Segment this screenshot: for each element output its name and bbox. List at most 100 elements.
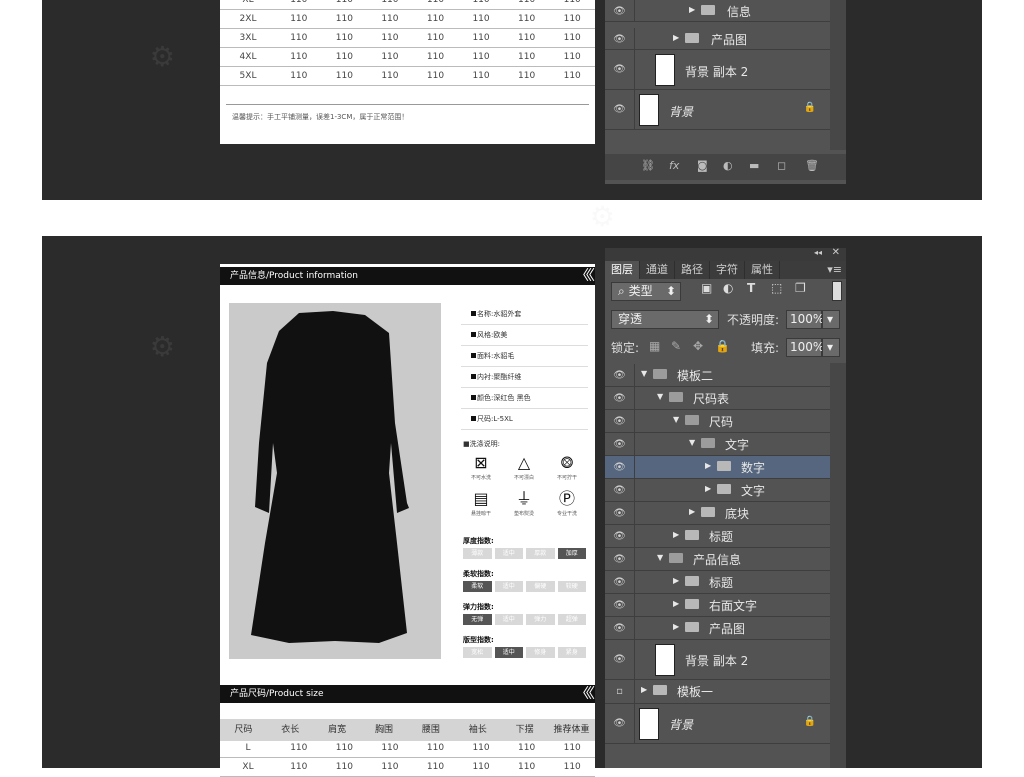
layer-row[interactable]: 👁 ▼ 尺码表 (605, 387, 830, 410)
delete-layer-icon[interactable]: 🗑 (805, 159, 819, 172)
opacity-input[interactable]: 100% (786, 310, 824, 329)
visibility-eye-icon[interactable]: 👁 (605, 410, 635, 432)
layer-row[interactable]: 👁 ▶ 产品图 (605, 617, 830, 640)
layer-row[interactable]: 👁 ▼ 尺码 (605, 410, 830, 433)
adjustment-layer-icon[interactable]: ◐ (723, 159, 733, 172)
visibility-eye-icon[interactable]: 👁 (605, 640, 635, 679)
layer-row[interactable]: 👁 ▶ 数字 (605, 456, 830, 479)
opacity-dropdown[interactable]: ▾ (822, 310, 840, 329)
collapse-arrow-icon[interactable]: ▼ (689, 438, 695, 447)
image-filter-icon[interactable]: ▣ (701, 281, 712, 295)
tab-layers[interactable]: 图层 (605, 261, 640, 279)
layer-name: 右面文字 (709, 599, 758, 613)
index-cell: 柔软 (463, 581, 492, 592)
new-group-icon[interactable]: ▬ (749, 159, 759, 172)
expand-arrow-icon[interactable]: ▶ (689, 5, 695, 14)
layer-row[interactable]: 👁 背景 副本 2 (605, 50, 830, 90)
index-cell: 偏硬 (526, 581, 555, 592)
visibility-eye-icon[interactable]: 👁 (605, 50, 635, 89)
visibility-eye-icon[interactable]: 👁 (605, 387, 635, 409)
lock-all-icon[interactable]: 🔒 (715, 339, 730, 353)
visibility-eye-icon[interactable]: 👁 (605, 433, 635, 455)
visibility-eye-icon[interactable]: 👁 (605, 456, 635, 478)
tab-channels[interactable]: 通道 (640, 261, 675, 279)
visibility-eye-icon[interactable]: 👁 (605, 548, 635, 570)
tab-character[interactable]: 字符 (710, 261, 745, 279)
table-cell: 110 (412, 739, 459, 758)
collapse-arrow-icon[interactable]: ▼ (657, 553, 663, 562)
visibility-off-icon[interactable]: ▫ (605, 680, 635, 703)
layer-row[interactable]: 👁 ▶ 文字 (605, 479, 830, 502)
fill-dropdown[interactable]: ▾ (822, 338, 840, 357)
layer-row[interactable]: ▫ ▶ 模板一 (605, 680, 830, 704)
filter-select[interactable]: ⌕ 类型 ⬍ (611, 282, 681, 301)
lock-pixels-icon[interactable]: ✎ (671, 339, 681, 353)
collapse-arrow-icon[interactable]: ▼ (657, 392, 663, 401)
collapse-arrow-icon[interactable]: ▼ (673, 415, 679, 424)
link-layers-icon[interactable]: ⛓ (641, 159, 655, 172)
expand-arrow-icon[interactable]: ▶ (673, 599, 679, 608)
collapse-icon[interactable]: ◂◂ (814, 248, 822, 257)
visibility-eye-icon[interactable]: 👁 (605, 571, 635, 593)
visibility-eye-icon[interactable]: 👁 (605, 525, 635, 547)
divider (226, 104, 589, 105)
visibility-eye-icon[interactable]: 👁 (605, 364, 635, 386)
adjustment-filter-icon[interactable]: ◐ (723, 281, 733, 295)
expand-arrow-icon[interactable]: ▶ (705, 484, 711, 493)
table-cell: 110 (276, 757, 322, 777)
layer-row[interactable]: 👁 ▶ 右面文字 (605, 594, 830, 617)
folder-icon (685, 530, 699, 540)
table-row: 3XL 110 110 110 110 110 110 110 (220, 28, 595, 48)
visibility-eye-icon[interactable]: 👁 (605, 479, 635, 501)
visibility-eye-icon[interactable]: 👁 (605, 0, 635, 21)
expand-arrow-icon[interactable]: ▶ (673, 622, 679, 631)
table-cell: 110 (503, 739, 550, 758)
expand-arrow-icon[interactable]: ▶ (673, 530, 679, 539)
new-layer-icon[interactable]: ◻ (777, 159, 786, 172)
scrollbar[interactable] (830, 0, 846, 150)
layer-name: 信息 (727, 5, 752, 19)
visibility-eye-icon[interactable]: 👁 (605, 617, 635, 639)
expand-arrow-icon[interactable]: ▶ (689, 507, 695, 516)
expand-arrow-icon[interactable]: ▶ (673, 576, 679, 585)
tab-paths[interactable]: 路径 (675, 261, 710, 279)
blend-mode-select[interactable]: 穿透 ⬍ (611, 310, 719, 329)
visibility-eye-icon[interactable]: 👁 (605, 704, 635, 743)
lock-position-icon[interactable]: ✥ (693, 339, 703, 353)
expand-arrow-icon[interactable]: ▶ (673, 33, 679, 42)
scrollbar[interactable] (830, 363, 846, 768)
visibility-eye-icon[interactable]: 👁 (605, 28, 635, 49)
close-icon[interactable]: ✕ (832, 247, 840, 258)
panel-menu-icon[interactable]: ▾≡ (827, 261, 846, 279)
layer-row[interactable]: 👁 背景 🔒 (605, 704, 830, 744)
layer-row[interactable]: 👁 ▶ 标题 (605, 571, 830, 594)
add-mask-icon[interactable]: ◙ (697, 159, 708, 172)
fill-input[interactable]: 100% (786, 338, 824, 357)
layer-row[interactable]: 👁 ▼ 产品信息 (605, 548, 830, 571)
layer-row[interactable]: 👁 ▼ 文字 (605, 433, 830, 456)
expand-arrow-icon[interactable]: ▶ (705, 461, 711, 470)
layer-row[interactable]: 👁 ▶ 底块 (605, 502, 830, 525)
layer-row[interactable]: 👁 ▼ 模板二 (605, 364, 830, 387)
index-cell: 紧身 (557, 647, 586, 658)
filter-toggle[interactable] (832, 281, 842, 301)
shape-filter-icon[interactable]: ⬚ (771, 281, 782, 295)
lock-transparent-icon[interactable]: ▦ (649, 339, 660, 353)
layer-row[interactable]: 👁 ▶ 信息 (605, 0, 830, 22)
fx-icon[interactable]: fx (669, 159, 679, 172)
visibility-eye-icon[interactable]: 👁 (605, 594, 635, 616)
tab-properties[interactable]: 属性 (745, 261, 780, 279)
stepper-icon: ⬍ (665, 284, 676, 298)
wash-item: △ 不可漂白 (504, 452, 544, 481)
layer-row[interactable]: 👁 ▶ 标题 (605, 525, 830, 548)
layer-row[interactable]: 👁 背景 副本 2 (605, 640, 830, 680)
collapse-arrow-icon[interactable]: ▼ (641, 369, 647, 378)
type-filter-icon[interactable]: T (747, 281, 755, 295)
column-header: 胸围 (375, 725, 394, 735)
expand-arrow-icon[interactable]: ▶ (641, 685, 647, 694)
layer-row[interactable]: 👁 ▶ 产品图 (605, 28, 830, 50)
layer-row[interactable]: 👁 背景 🔒 (605, 90, 830, 130)
visibility-eye-icon[interactable]: 👁 (605, 90, 635, 129)
visibility-eye-icon[interactable]: 👁 (605, 502, 635, 524)
smart-object-filter-icon[interactable]: ❐ (795, 281, 806, 295)
